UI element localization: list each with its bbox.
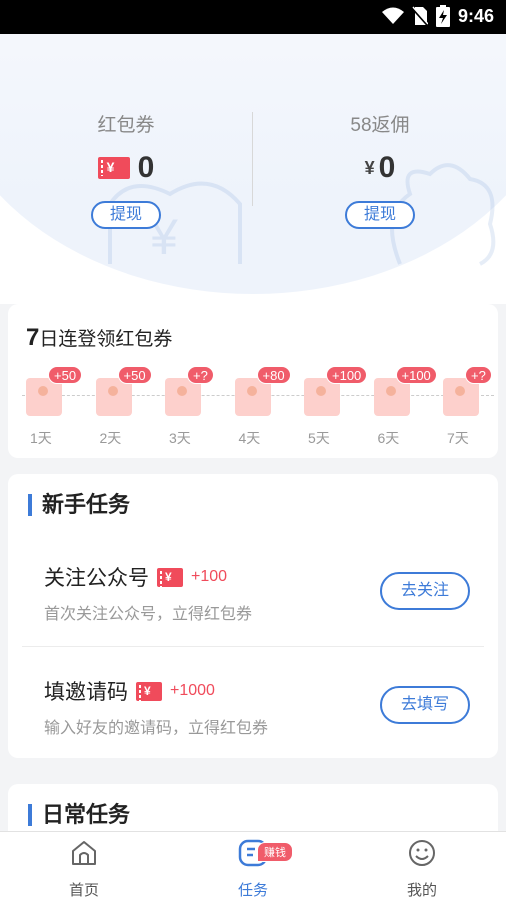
currency-symbol: ¥ [364,157,375,178]
rebate-balance-value: 0 [378,151,396,184]
signin-day-3[interactable]: +? 3天 [165,366,225,446]
day-label: 5天 [308,430,330,446]
battery-charging-icon [435,5,450,27]
signin-day-1[interactable]: +50 1天 [26,366,86,446]
bottom-tab-bar: 首页 赚钱 任务 我的 [0,831,506,900]
day-label: 1天 [30,430,52,446]
day-label: 2天 [99,430,122,446]
day-reward-badge: +80 [256,366,291,384]
tab-label: 首页 [68,882,99,899]
tab-home[interactable]: 首页 [24,838,144,900]
day-label: 6天 [377,430,400,446]
status-bar: 9:46 [0,0,506,34]
day-reward-badge: +? [465,366,492,384]
task-description: 首次关注公众号，立得红包券 [44,606,253,623]
task-follow-account: 关注公众号 ¥ +100 首次关注公众号，立得红包券 去关注 [22,546,484,646]
task-invite-code: 填邀请码 ¥ +1000 输入好友的邀请码，立得红包券 去填写 [22,660,484,760]
signin-card: 7日连登领红包券 +50 1天 +50 2天 +? 3天 +80 4天 +100 5天 +100 6天… [8,304,498,458]
day-label: 7天 [447,430,469,446]
task-name: 关注公众号 [44,567,149,590]
coupon-withdraw-button[interactable]: 提现 [91,201,161,229]
daily-section-title: 日常任务 [28,804,130,826]
earn-badge: 赚钱 [257,842,293,862]
day-label: 4天 [238,430,261,446]
signin-days: +50 1天 +50 2天 +? 3天 +80 4天 +100 5天 +100 6天 +? 7天 [8,366,498,456]
coupon-icon: ¥ [136,681,162,701]
smile-face-icon [409,840,435,866]
signin-day-4[interactable]: +80 4天 [234,366,295,446]
coupon-balance-value: 0 [137,151,155,184]
novice-section-title: 新手任务 [28,494,130,516]
signin-day-7[interactable]: +? 7天 [443,366,503,446]
tab-label: 任务 [237,882,268,899]
no-sim-icon [411,6,428,26]
day-reward-badge: +100 [395,366,437,384]
balance-header: ¥ 红包券 ¥ 0 提现 58返佣 ¥ 0 提现 [0,34,506,304]
rebate-balance-label: 58返佣 [350,115,410,136]
signin-day-2[interactable]: +50 2天 [95,366,156,446]
tab-mine[interactable]: 我的 [362,838,482,900]
day-reward-badge: +100 [326,366,368,384]
day-reward-badge: +50 [117,366,152,384]
coupon-balance: 红包券 ¥ 0 提现 [46,110,206,229]
novice-tasks-card: 新手任务 关注公众号 ¥ +100 首次关注公众号，立得红包券 去关注 填邀请码… [8,474,498,758]
day-label: 3天 [169,430,191,446]
task-reward: +1000 [170,682,215,699]
task-name: 填邀请码 [44,681,128,704]
day-reward-badge: +50 [48,366,83,384]
day-reward-badge: +? [187,366,214,384]
signin-title: 7日连登领红包券 [26,324,173,351]
task-divider [22,646,484,647]
home-icon [72,841,96,865]
coupon-icon: ¥ [157,567,183,587]
signin-day-5[interactable]: +100 5天 [304,366,368,446]
task-reward: +100 [191,568,228,585]
fill-invite-button[interactable]: 去填写 [380,686,470,724]
signin-day-6[interactable]: +100 6天 [373,366,437,446]
wifi-icon [381,7,404,24]
task-description: 输入好友的邀请码，立得红包券 [44,720,269,737]
coupon-balance-label: 红包券 [97,115,155,136]
status-time: 9:46 [457,5,494,26]
rebate-withdraw-button[interactable]: 提现 [345,201,415,229]
rebate-balance: 58返佣 ¥ 0 提现 [300,110,460,229]
balance-divider [252,112,253,206]
tab-label: 我的 [406,882,437,899]
follow-button[interactable]: 去关注 [380,572,470,610]
tab-tasks[interactable]: 赚钱 任务 [193,838,313,900]
coupon-icon: ¥ [97,157,130,179]
